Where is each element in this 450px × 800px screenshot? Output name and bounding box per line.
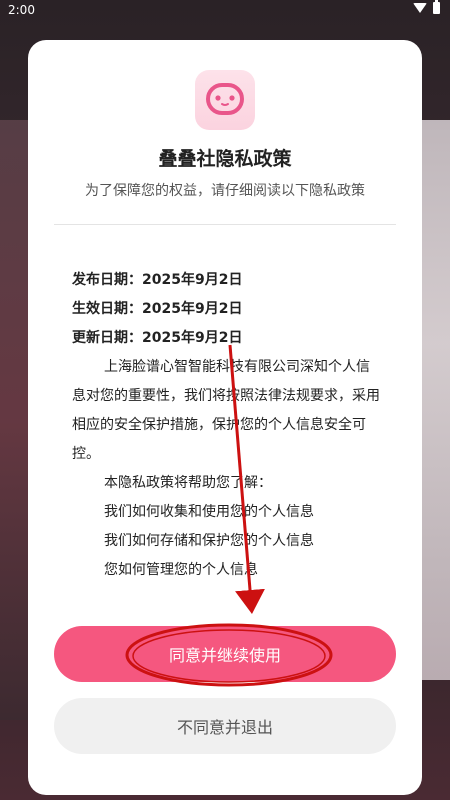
agree-continue-button[interactable]: 同意并继续使用: [54, 626, 396, 682]
background-artwork-right: [420, 120, 450, 680]
privacy-policy-dialog: 叠叠社隐私政策 为了保障您的权益，请仔细阅读以下隐私政策 发布日期：2025年9…: [28, 40, 422, 795]
policy-item: 您如何管理您的个人信息: [104, 562, 258, 578]
status-time: 2:00: [8, 3, 35, 17]
update-date: 更新日期：2025年9月2日: [72, 330, 243, 346]
dialog-subtitle: 为了保障您的权益，请仔细阅读以下隐私政策: [85, 183, 365, 199]
policy-item: 我们如何存储和保护您的个人信息: [104, 533, 314, 549]
policy-content: 发布日期：2025年9月2日 生效日期：2025年9月2日 更新日期：2025年…: [72, 266, 382, 585]
policy-intro: 本隐私政策将帮助您了解：: [104, 475, 272, 491]
disagree-exit-button[interactable]: 不同意并退出: [54, 698, 396, 754]
divider: [54, 224, 396, 225]
app-logo-icon: [195, 70, 255, 130]
publish-date: 发布日期：2025年9月2日: [72, 272, 243, 288]
policy-paragraph: 上海脸谱心智智能科技有限公司深知个人信息对您的重要性，我们将按照法律法规要求，采…: [72, 359, 380, 462]
status-icons: [413, 0, 440, 14]
battery-icon: [433, 0, 440, 14]
policy-item: 我们如何收集和使用您的个人信息: [104, 504, 314, 520]
dialog-title: 叠叠社隐私政策: [158, 148, 292, 170]
status-bar: 2:00: [0, 0, 450, 22]
wifi-icon: [413, 3, 427, 13]
background-artwork-left: [0, 120, 28, 720]
effective-date: 生效日期：2025年9月2日: [72, 301, 243, 317]
